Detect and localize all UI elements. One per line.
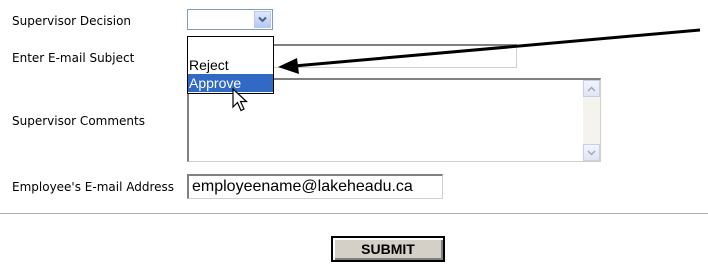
scroll-down-icon[interactable]: [583, 144, 600, 161]
supervisor-decision-label: Supervisor Decision: [12, 14, 132, 28]
dropdown-option-approve[interactable]: Approve: [188, 74, 273, 92]
dropdown-option-reject[interactable]: Reject: [188, 56, 273, 74]
comments-scrollbar[interactable]: [583, 80, 600, 161]
dropdown-option-blank[interactable]: [188, 37, 273, 56]
divider: [0, 213, 708, 215]
employee-email-label: Employee's E-mail Address: [12, 180, 175, 194]
chevron-down-icon[interactable]: [254, 11, 271, 28]
decision-dropdown-list[interactable]: Reject Approve: [187, 36, 274, 94]
supervisor-comments-label: Supervisor Comments: [12, 114, 145, 128]
email-subject-label: Enter E-mail Subject: [12, 51, 135, 65]
submit-button[interactable]: SUBMIT: [331, 236, 445, 262]
scroll-up-icon[interactable]: [583, 80, 600, 97]
supervisor-decision-select[interactable]: [187, 9, 273, 30]
employee-email-input[interactable]: employeename@lakeheadu.ca: [187, 174, 443, 199]
